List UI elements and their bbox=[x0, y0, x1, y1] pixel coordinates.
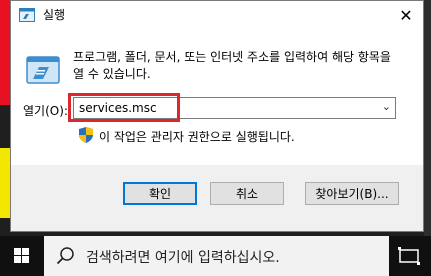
ok-button[interactable]: 확인 bbox=[123, 182, 197, 205]
browse-button[interactable]: 찾아보기(B)... bbox=[305, 182, 399, 205]
desktop-window-edge-right bbox=[424, 0, 431, 236]
open-label: 열기(O): bbox=[23, 104, 68, 118]
dialog-title: 실행 bbox=[43, 8, 66, 22]
chevron-down-icon[interactable]: ⌄ bbox=[382, 100, 391, 113]
desktop-window-edge-yellow bbox=[0, 148, 10, 218]
task-view-button[interactable] bbox=[398, 246, 420, 266]
admin-note: 이 작업은 관리자 권한으로 실행됩니다. bbox=[99, 130, 295, 144]
taskbar: 검색하려면 여기에 입력하십시오. bbox=[0, 236, 431, 276]
shield-icon bbox=[79, 127, 93, 143]
taskbar-search-box[interactable]: 검색하려면 여기에 입력하십시오. bbox=[44, 236, 389, 276]
cancel-button[interactable]: 취소 bbox=[210, 182, 284, 205]
dialog-body: 프로그램, 폴더, 문서, 또는 인터넷 주소를 입력하여 해당 항목을 열 수… bbox=[11, 29, 423, 165]
run-app-icon bbox=[19, 7, 35, 22]
windows-logo-icon bbox=[14, 248, 29, 263]
start-button[interactable] bbox=[0, 236, 44, 276]
close-icon: ✕ bbox=[399, 5, 413, 25]
run-icon bbox=[23, 51, 63, 91]
highlight-annotation bbox=[68, 93, 180, 122]
search-placeholder: 검색하려면 여기에 입력하십시오. bbox=[86, 250, 280, 266]
close-button[interactable]: ✕ bbox=[389, 1, 423, 29]
desktop-window-edge-red bbox=[0, 0, 10, 105]
search-icon bbox=[56, 246, 76, 266]
title-bar[interactable]: 실행 ✕ bbox=[11, 1, 423, 29]
dialog-description: 프로그램, 폴더, 문서, 또는 인터넷 주소를 입력하여 해당 항목을 열 수… bbox=[73, 50, 391, 81]
run-dialog: 실행 ✕ 프로그램, 폴더, 문서, 또는 인터넷 주소를 입력하여 해당 항목… bbox=[10, 0, 424, 232]
task-view-icon bbox=[398, 247, 420, 265]
